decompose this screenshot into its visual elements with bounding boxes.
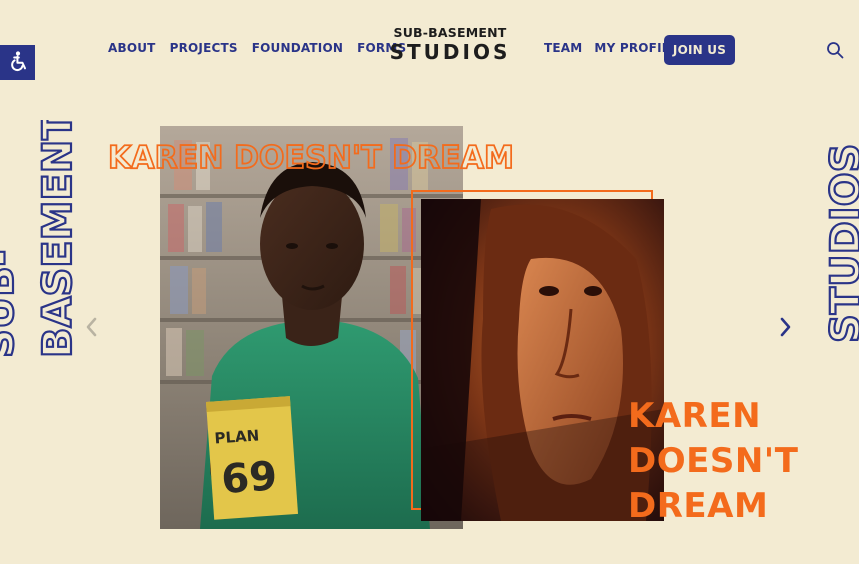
main-navigation: ABOUT PROJECTS FOUNDATION FORMS SUB-BASE… <box>0 0 859 100</box>
search-button[interactable] <box>826 41 844 59</box>
search-icon <box>826 42 844 63</box>
side-text-left: SUB- BASEMENT <box>0 120 78 360</box>
hero-title-line-3: DREAM <box>628 486 769 526</box>
hero-title-outline-text: KAREN DOESN'T DREAM <box>108 140 514 176</box>
chevron-right-icon <box>775 317 795 344</box>
hero-title-line-1: KAREN <box>628 396 762 436</box>
logo-text-top: SUB-BASEMENT <box>393 25 507 40</box>
side-text-sub: SUB- <box>0 250 23 358</box>
site-logo[interactable]: SUB-BASEMENT STUDIOS <box>388 25 512 64</box>
side-text-studios: STUDIOS <box>828 144 859 343</box>
nav-link-projects[interactable]: PROJECTS <box>170 41 238 55</box>
book-number-text: 69 <box>220 453 279 503</box>
side-text-basement: BASEMENT <box>35 120 78 358</box>
book-title-text: PLAN <box>214 426 260 447</box>
logo-text-bottom: STUDIOS <box>389 39 511 64</box>
join-us-button[interactable]: JOIN US <box>664 35 735 65</box>
slider-previous-button[interactable] <box>82 314 102 340</box>
hero-title-outline: KAREN DOESN'T DREAM <box>106 130 526 180</box>
nav-left-group: ABOUT PROJECTS FOUNDATION FORMS <box>108 41 406 55</box>
chevron-left-icon <box>82 317 102 344</box>
side-text-right: STUDIOS <box>828 95 859 345</box>
hero-title-solid: KAREN DOESN'T DREAM <box>628 394 798 529</box>
hero-title-line-2: DOESN'T <box>628 441 799 481</box>
nav-link-about[interactable]: ABOUT <box>108 41 156 55</box>
nav-link-foundation[interactable]: FOUNDATION <box>252 41 343 55</box>
nav-right-group: TEAM MY PROFILE <box>544 41 678 55</box>
slider-next-button[interactable] <box>775 314 795 340</box>
nav-link-team[interactable]: TEAM <box>544 41 582 55</box>
